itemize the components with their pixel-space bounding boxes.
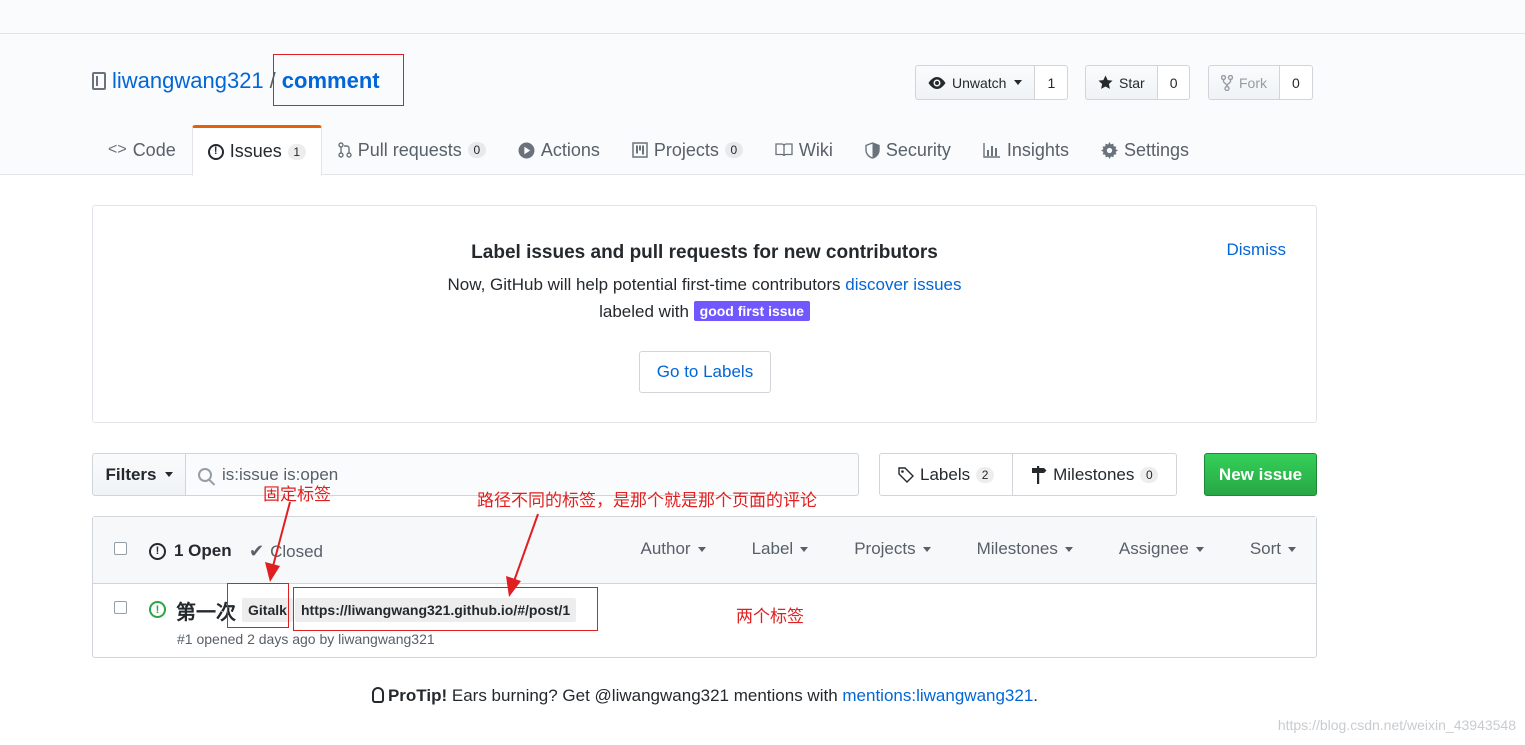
projects-counter: 0 [724, 142, 743, 158]
chevron-down-icon [1195, 546, 1204, 552]
new-issue-button[interactable]: New issue [1204, 453, 1317, 496]
chevron-down-icon [697, 546, 706, 552]
sort-menu[interactable]: Sort [1250, 539, 1296, 559]
watch-group: Unwatch 1 [915, 65, 1069, 100]
chevron-down-icon [1288, 546, 1296, 552]
tab-pull-requests[interactable]: Pull requests 0 [322, 125, 502, 175]
labels-milestones-group: Labels 2 Milestones 0 [879, 453, 1178, 496]
banner-title: Label issues and pull requests for new c… [471, 242, 938, 263]
watermark: https://blog.csdn.net/weixin_43943548 [1277, 717, 1516, 733]
shield-icon [865, 141, 880, 159]
pull-requests-counter: 0 [467, 142, 486, 158]
chevron-down-icon [1064, 546, 1073, 552]
eye-icon [928, 76, 946, 89]
dismiss-button[interactable]: Dismiss [1227, 240, 1287, 260]
good-first-issue-label: good first issue [693, 301, 810, 321]
tab-insights[interactable]: Insights [967, 125, 1085, 175]
fork-icon [1221, 74, 1233, 91]
fork-group: Fork 0 [1208, 65, 1313, 100]
search-icon [198, 467, 212, 482]
pull-request-icon [338, 142, 352, 158]
open-issues-filter[interactable]: ! 1 Open [149, 541, 232, 561]
play-icon [518, 142, 535, 158]
milestones-button[interactable]: Milestones 0 [1013, 453, 1178, 496]
tab-wiki[interactable]: Wiki [759, 125, 849, 175]
milestones-menu[interactable]: Milestones [977, 539, 1073, 559]
annotation-arrow-path [506, 513, 539, 597]
labels-button[interactable]: Labels 2 [879, 453, 1014, 496]
project-icon [632, 142, 648, 158]
light-bulb-icon [371, 687, 384, 703]
tab-code[interactable]: <> Code [92, 125, 192, 175]
tag-icon [898, 466, 914, 483]
code-icon: <> [108, 141, 127, 158]
issue-filter-menus: Author Label Projects Milestones Assigne… [640, 539, 1296, 559]
issue-opened-icon: ! [149, 542, 166, 560]
issues-counter: 1 [287, 143, 306, 160]
repo-tabs: <> Code ! Issues 1 Pull requests 0 Actio… [92, 125, 1205, 176]
annotation-arrow-gitalk [265, 501, 291, 582]
stars-count[interactable]: 0 [1157, 65, 1191, 100]
repo-owner-link[interactable]: liwangwang321 [112, 68, 264, 94]
watchers-count[interactable]: 1 [1035, 65, 1069, 100]
milestone-icon [1032, 465, 1047, 484]
gear-icon [1100, 141, 1118, 159]
star-button[interactable]: Star [1085, 65, 1158, 100]
star-label: Star [1119, 74, 1145, 91]
top-strip [0, 0, 1525, 34]
new-contributors-banner: Label issues and pull requests for new c… [92, 205, 1317, 423]
annotation-box-repo [273, 54, 404, 106]
forks-count[interactable]: 0 [1280, 65, 1313, 100]
milestones-counter: 0 [1140, 466, 1159, 483]
fork-button[interactable]: Fork [1208, 65, 1280, 100]
labels-counter: 2 [976, 466, 995, 483]
issue-icon: ! [207, 143, 224, 160]
tab-settings[interactable]: Settings [1085, 125, 1205, 175]
tab-security[interactable]: Security [849, 125, 967, 175]
banner-description: Now, GitHub will help potential first-ti… [447, 275, 962, 294]
projects-menu[interactable]: Projects [854, 539, 931, 559]
annotation-box-gitalk [227, 583, 289, 628]
discover-issues-link[interactable]: discover issues [845, 275, 961, 294]
tab-projects[interactable]: Projects 0 [616, 125, 759, 175]
select-all-checkbox[interactable] [114, 542, 127, 555]
chevron-down-icon [164, 472, 173, 477]
chevron-down-icon [800, 546, 809, 552]
issue-opened-icon: ! [149, 601, 166, 618]
chevron-down-icon [922, 546, 931, 552]
label-menu[interactable]: Label [752, 539, 809, 559]
book-icon [775, 143, 793, 157]
annotation-box-path [293, 587, 598, 631]
repo-icon [92, 72, 106, 90]
graph-icon [983, 143, 1000, 158]
unwatch-button[interactable]: Unwatch [915, 65, 1036, 100]
go-to-labels-button[interactable]: Go to Labels [639, 351, 771, 393]
filters-button[interactable]: Filters [92, 453, 186, 496]
assignee-menu[interactable]: Assignee [1119, 539, 1204, 559]
author-menu[interactable]: Author [640, 539, 706, 559]
mentions-link[interactable]: mentions:liwangwang321 [842, 686, 1033, 705]
star-group: Star 0 [1085, 65, 1191, 100]
tab-issues[interactable]: ! Issues 1 [191, 125, 322, 176]
tab-actions[interactable]: Actions [502, 125, 616, 175]
chevron-down-icon [1014, 80, 1023, 85]
fork-label: Fork [1239, 74, 1267, 91]
protip: ProTip! Ears burning? Get @liwangwang321… [0, 686, 1410, 706]
issue-checkbox[interactable] [114, 601, 127, 614]
banner-description-2: labeled with good first issue [93, 301, 1316, 322]
issue-meta: #1 opened 2 days ago by liwangwang321 [177, 631, 435, 647]
star-icon [1098, 75, 1113, 89]
unwatch-label: Unwatch [952, 74, 1007, 91]
annotation-path-label: 路径不同的标签，是那个就是那个页面的评论 [477, 491, 817, 511]
annotation-two-labels: 两个标签 [736, 607, 804, 627]
